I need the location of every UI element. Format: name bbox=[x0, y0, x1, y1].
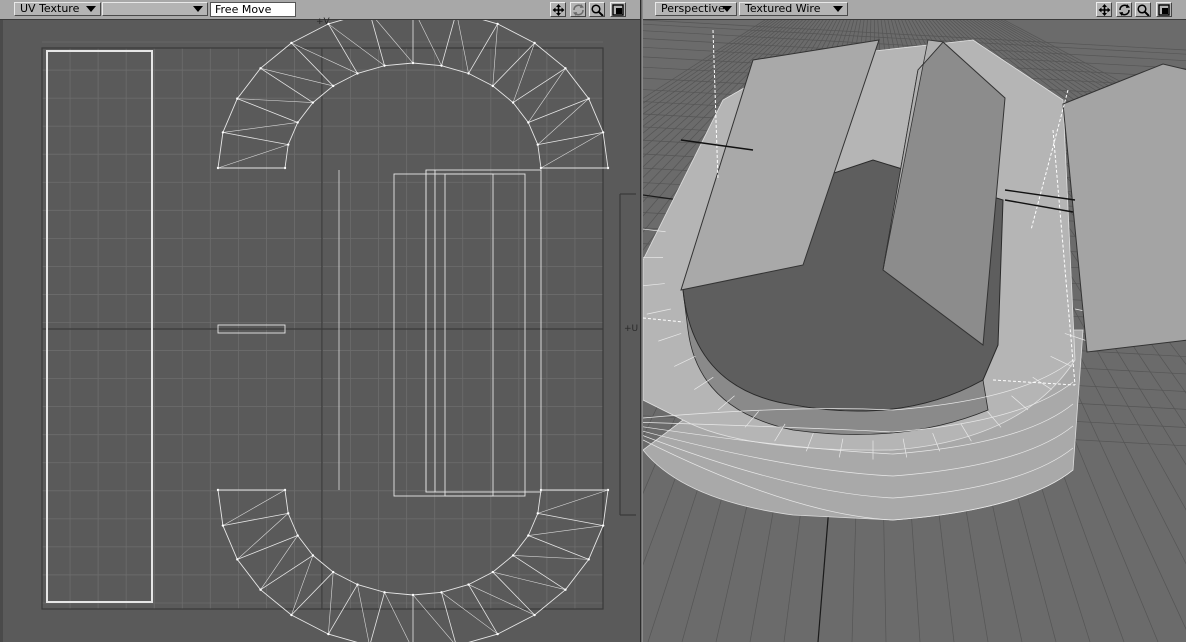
uv-wireframe bbox=[46, 50, 542, 603]
uv-texture-viewport[interactable]: UV Texture Free Move +V +U bbox=[0, 0, 641, 642]
maximize-icon bbox=[612, 4, 624, 16]
chevron-down-icon bbox=[193, 6, 203, 12]
uv-island-strip bbox=[46, 50, 153, 603]
axis-u-label: +U bbox=[624, 324, 639, 334]
chevron-down-icon bbox=[722, 6, 732, 12]
chevron-down-icon bbox=[833, 6, 843, 12]
move-view-button[interactable] bbox=[550, 2, 566, 17]
uv-island-rect-c bbox=[444, 173, 494, 497]
maximize-view-button[interactable] bbox=[610, 2, 626, 17]
rotate-icon bbox=[1119, 4, 1130, 16]
move-icon bbox=[552, 4, 565, 16]
zoom-icon bbox=[1137, 4, 1150, 16]
move-icon bbox=[1098, 4, 1111, 16]
uv-canvas[interactable] bbox=[0, 20, 640, 642]
uv-map-dropdown[interactable] bbox=[102, 2, 208, 16]
zoom-view-button[interactable] bbox=[1135, 2, 1151, 17]
zoom-icon bbox=[591, 4, 604, 16]
zoom-view-button[interactable] bbox=[589, 2, 605, 17]
view-type-dropdown[interactable]: Perspective bbox=[655, 2, 737, 16]
uv-arc-islands bbox=[216, 20, 610, 642]
uv-island-rect-a bbox=[393, 173, 526, 497]
uv-island-rect-b bbox=[425, 169, 542, 493]
rotate-view-button[interactable] bbox=[570, 2, 586, 17]
render-mode-dropdown[interactable]: Textured Wire bbox=[739, 2, 848, 16]
maximize-view-button[interactable] bbox=[1156, 2, 1172, 17]
perspective-viewport-toolbar: Perspective Textured Wire bbox=[643, 0, 1186, 20]
rotate-view-button[interactable] bbox=[1116, 2, 1132, 17]
perspective-viewport[interactable]: Perspective Textured Wire bbox=[642, 0, 1186, 642]
perspective-canvas[interactable] bbox=[643, 20, 1186, 642]
axis-v-label: +V bbox=[316, 17, 330, 27]
render-mode-label: Textured Wire bbox=[745, 2, 821, 15]
rotate-icon bbox=[573, 4, 584, 16]
view-type-label: Perspective bbox=[661, 2, 725, 15]
move-view-button[interactable] bbox=[1096, 2, 1112, 17]
maximize-icon bbox=[1158, 4, 1170, 16]
tool-status-field: Free Move bbox=[210, 2, 296, 17]
view-mode-label: UV Texture bbox=[20, 2, 80, 15]
view-mode-dropdown[interactable]: UV Texture bbox=[14, 2, 101, 16]
chevron-down-icon bbox=[86, 6, 96, 12]
